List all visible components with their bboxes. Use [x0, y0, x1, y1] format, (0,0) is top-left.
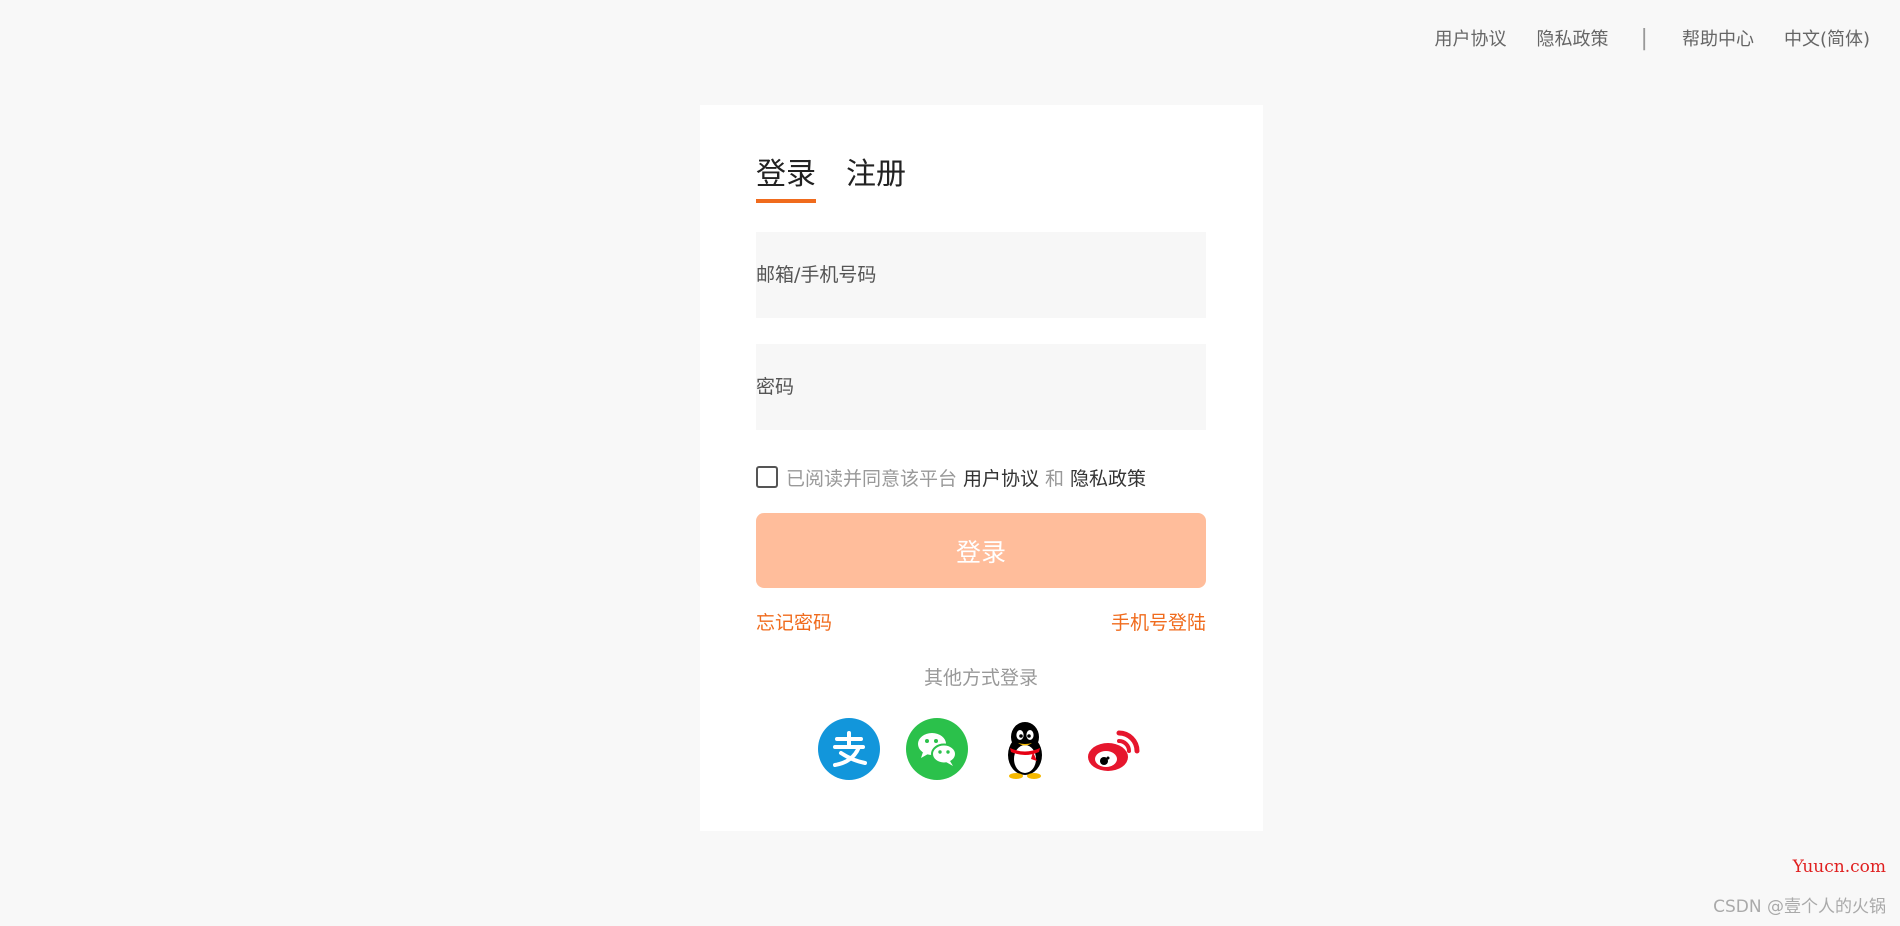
- agreement-user-link[interactable]: 用户协议: [963, 464, 1039, 491]
- language-selector[interactable]: 中文(简体): [1784, 25, 1870, 51]
- qq-icon[interactable]: [993, 717, 1057, 781]
- agreement-row: 已阅读并同意该平台 用户协议 和 隐私政策: [756, 461, 1146, 493]
- watermark: Yuucn.com: [1792, 857, 1886, 877]
- tab-register[interactable]: 注册: [846, 155, 906, 203]
- account-input[interactable]: [756, 232, 1206, 318]
- agreement-privacy-link[interactable]: 隐私政策: [1070, 464, 1146, 491]
- wechat-icon[interactable]: [905, 717, 969, 781]
- password-input[interactable]: [756, 344, 1206, 430]
- weibo-icon[interactable]: [1081, 717, 1145, 781]
- phone-login-link[interactable]: 手机号登陆: [1111, 609, 1206, 637]
- login-submit-button[interactable]: 登录: [756, 513, 1206, 588]
- footer-credit: CSDN @壹个人的火锅: [1713, 897, 1886, 917]
- agreement-checkbox[interactable]: [756, 466, 778, 488]
- nav-divider: |: [1640, 25, 1648, 51]
- auth-tabs: 登录 注册: [756, 155, 906, 203]
- forgot-password-link[interactable]: 忘记密码: [756, 609, 832, 637]
- login-card: 登录 注册 已阅读并同意该平台 用户协议 和 隐私政策 登录 忘记密码 手机号登…: [700, 105, 1263, 831]
- nav-help-center-link[interactable]: 帮助中心: [1682, 25, 1754, 51]
- social-login-row: [756, 717, 1206, 781]
- other-login-methods-label: 其他方式登录: [923, 667, 1038, 689]
- alipay-icon[interactable]: [817, 717, 881, 781]
- tab-login[interactable]: 登录: [756, 155, 816, 203]
- agreement-and-text: 和: [1045, 467, 1065, 490]
- agreement-text: 已阅读并同意该平台: [786, 467, 958, 490]
- top-navigation: 用户协议 隐私政策 | 帮助中心 中文(简体): [1435, 22, 1870, 54]
- nav-user-agreement-link[interactable]: 用户协议: [1435, 25, 1507, 51]
- nav-privacy-policy-link[interactable]: 隐私政策: [1537, 25, 1609, 51]
